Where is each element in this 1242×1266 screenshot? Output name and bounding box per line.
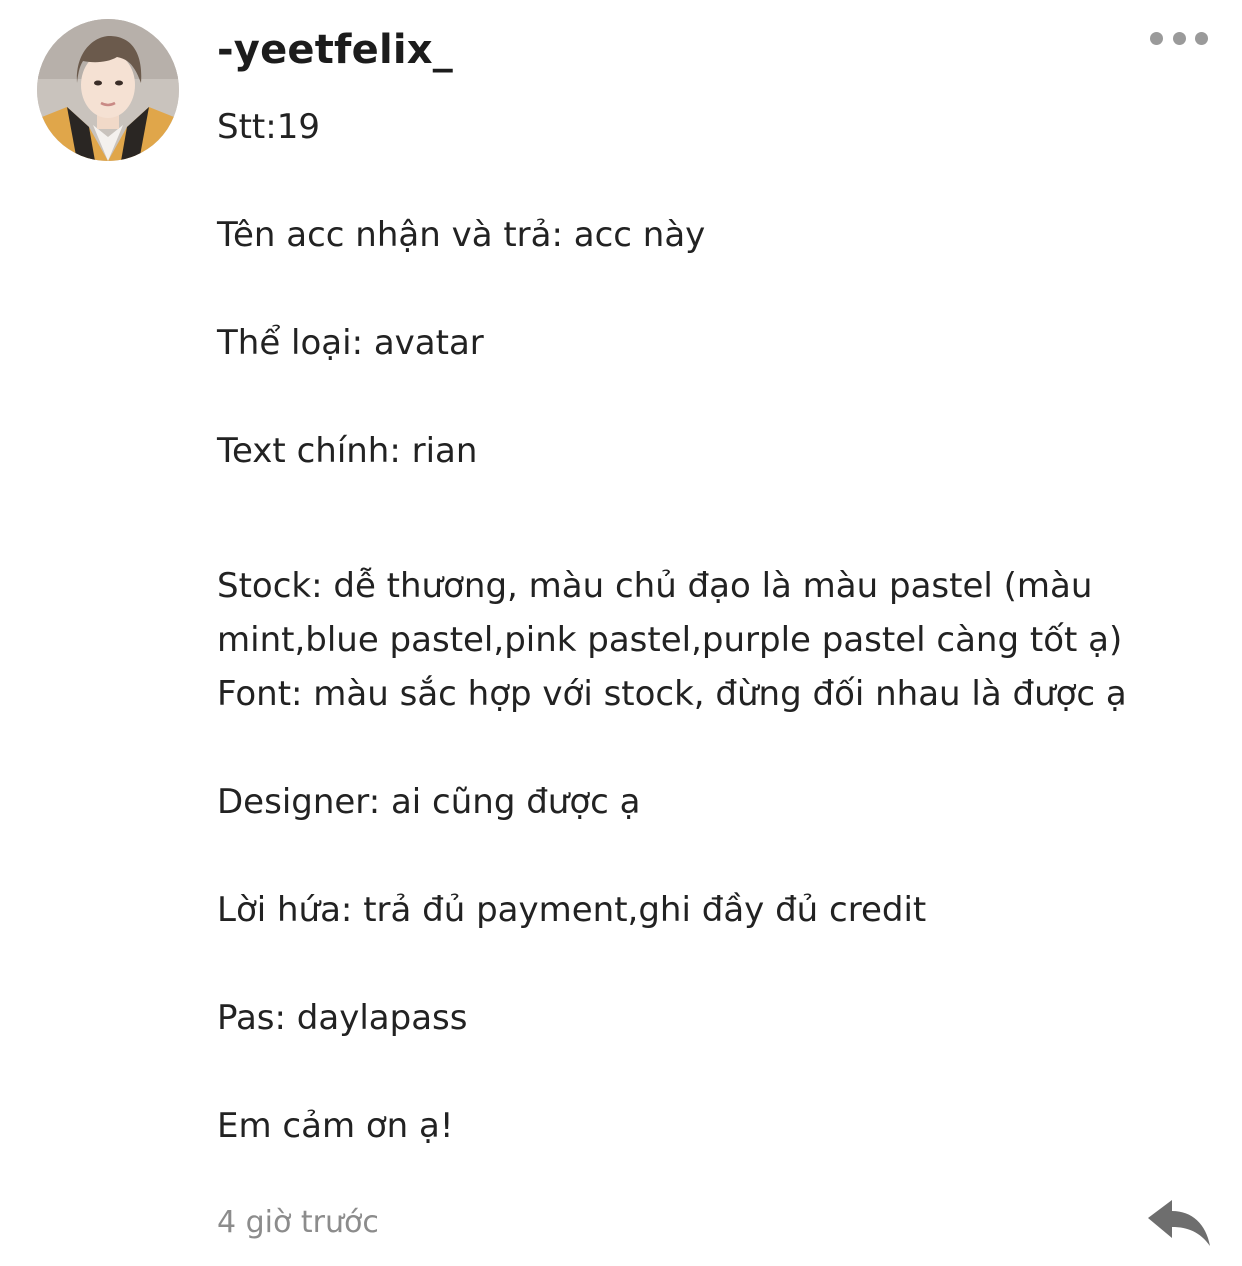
more-dot-icon	[1172, 31, 1186, 45]
comment-line: mint,blue pastel,pink pastel,purple past…	[217, 620, 1123, 660]
comment-line: Stock: dễ thương, màu chủ đạo là màu pas…	[217, 566, 1093, 606]
avatar-photo	[37, 19, 179, 161]
comment-line: Tên acc nhận và trả: acc này	[217, 215, 706, 255]
comment-line: Font: màu sắc hợp với stock, đừng đối nh…	[217, 674, 1127, 714]
comment-line: Pas: daylapass	[217, 998, 468, 1038]
comment-line: Thể loại: avatar	[217, 323, 484, 363]
comment-body: Stt:19 Tên acc nhận và trả: acc này Thể …	[217, 100, 1177, 1153]
more-dot-icon	[1195, 31, 1208, 45]
avatar[interactable]	[37, 19, 179, 161]
comment-timestamp: 4 giờ trước	[217, 1205, 379, 1240]
reply-arrow-icon	[1148, 1200, 1210, 1246]
username[interactable]: -yeetfelix_	[217, 24, 453, 76]
comment-line: Text chính: rian	[217, 431, 478, 471]
more-dot-icon	[1150, 31, 1163, 45]
comment-line: Lời hứa: trả đủ payment,ghi đầy đủ credi…	[217, 890, 927, 930]
comment-line: Em cảm ơn ạ!	[217, 1106, 454, 1146]
reply-button[interactable]	[1144, 1196, 1214, 1252]
comment-line: Designer: ai cũng được ạ	[217, 782, 641, 822]
comment-card: -yeetfelix_ Stt:19 Tên acc nhận và trả: …	[0, 0, 1242, 1266]
comment-line: Stt:19	[217, 107, 320, 147]
more-options-button[interactable]	[1146, 24, 1212, 52]
